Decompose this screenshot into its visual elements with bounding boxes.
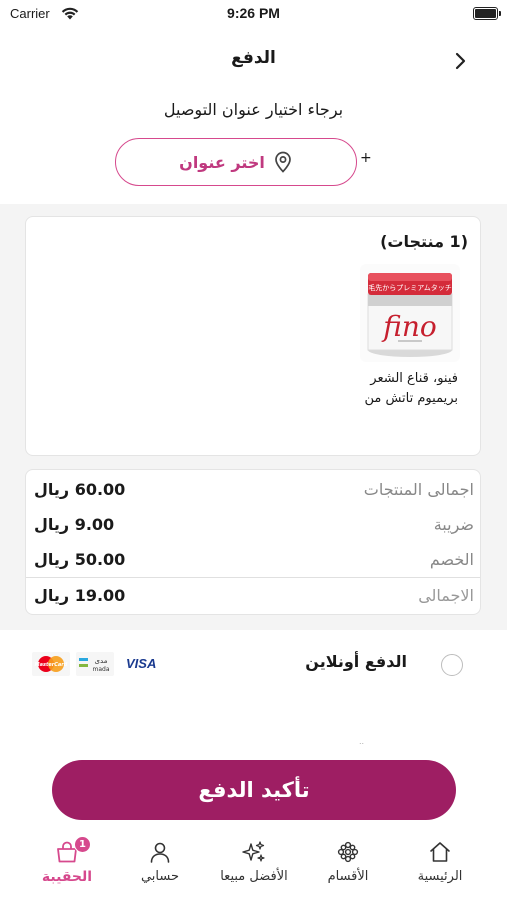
tab-categories[interactable]: الأقسام (303, 836, 393, 896)
header: الدفع (0, 40, 507, 80)
plus-mark: + (360, 150, 372, 166)
confirm-payment-button[interactable]: تأكيد الدفع (52, 760, 456, 820)
sparkle-icon (242, 841, 265, 862)
fino-jar-image: fino 毛先からプレミアムタッチ (367, 273, 453, 357)
clock: 9:26 PM (227, 5, 280, 21)
discount-label: الخصم (429, 550, 474, 569)
tax-value: 9.00 ريال (34, 515, 115, 534)
subtotal-label: اجمالى المنتجات (363, 480, 474, 499)
products-count-title: (1 منتجات) (380, 232, 468, 251)
location-pin-icon (275, 151, 291, 173)
status-bar: Carrier 9:26 PM (0, 0, 507, 30)
payment-online-label: الدفع أونلاين (305, 652, 407, 671)
summary-row-total: الاجمالى 19.00 ريال (26, 578, 480, 613)
battery-icon (473, 7, 501, 20)
address-prompt: برجاء اختيار عنوان التوصيل (163, 100, 344, 119)
tab-home[interactable]: الرئيسية (395, 836, 485, 896)
svg-text:مدى: مدى (95, 657, 108, 665)
tab-best-sellers[interactable]: الأفضل مبيعا (209, 836, 299, 896)
categories-icon (337, 841, 359, 863)
product-banner-text: 毛先からプレミアムタッチ (368, 283, 452, 292)
order-summary-card: اجمالى المنتجات 60.00 ريال ضريبة 9.00 ري… (25, 469, 481, 615)
payment-option-online[interactable]: الدفع أونلاين VISA مدى mada MasterCard (0, 632, 507, 694)
tab-bag-label: الحقيبة (41, 869, 93, 885)
tab-best-sellers-label: الأفضل مبيعا (220, 869, 288, 884)
user-icon (150, 842, 170, 863)
tab-account-label: حسابي (140, 869, 180, 884)
product-name[interactable]: فينو، قناع الشعر بريميوم تاتش من (344, 369, 458, 409)
total-value: 19.00 ريال (34, 586, 126, 605)
svg-text:MasterCard: MasterCard (35, 662, 68, 668)
summary-row-subtotal: اجمالى المنتجات 60.00 ريال (26, 472, 480, 507)
product-image[interactable]: fino 毛先からプレミアムタッチ (360, 264, 460, 362)
tab-bag[interactable]: 1 الحقيبة (22, 836, 112, 896)
choose-address-button[interactable]: اختر عنوان (115, 138, 357, 186)
products-card: (1 منتجات) fino 毛先からプレミアムタッチ فينو، قناع … (25, 216, 481, 456)
subtotal-value: 60.00 ريال (34, 480, 126, 499)
discount-value: 50.00 ريال (34, 550, 126, 569)
summary-row-discount: الخصم 50.00 ريال (26, 542, 480, 577)
home-icon (430, 842, 450, 862)
summary-row-tax: ضريبة 9.00 ريال (26, 507, 480, 542)
total-label: الاجمالى (418, 586, 474, 605)
product-brand-text: fino (381, 310, 437, 343)
bottom-tab-bar: الرئيسية الأقسام الأفضل مبيعا حسابي 1 ال… (0, 836, 507, 900)
tab-account[interactable]: حسابي (115, 836, 205, 896)
cart-badge: 1 (74, 836, 91, 853)
decorative-dots: .. (359, 737, 365, 746)
page-title: الدفع (231, 48, 276, 68)
choose-address-label: اختر عنوان (179, 152, 265, 172)
mada-icon: مدى mada (76, 652, 114, 676)
visa-icon: VISA (126, 656, 157, 671)
tax-label: ضريبة (433, 515, 474, 534)
tab-categories-label: الأقسام (327, 869, 369, 884)
chevron-right-icon[interactable] (449, 50, 471, 72)
svg-text:mada: mada (92, 666, 109, 673)
tab-home-label: الرئيسية (417, 869, 463, 884)
mastercard-icon: MasterCard (32, 652, 70, 676)
payment-radio-button[interactable] (441, 654, 463, 676)
